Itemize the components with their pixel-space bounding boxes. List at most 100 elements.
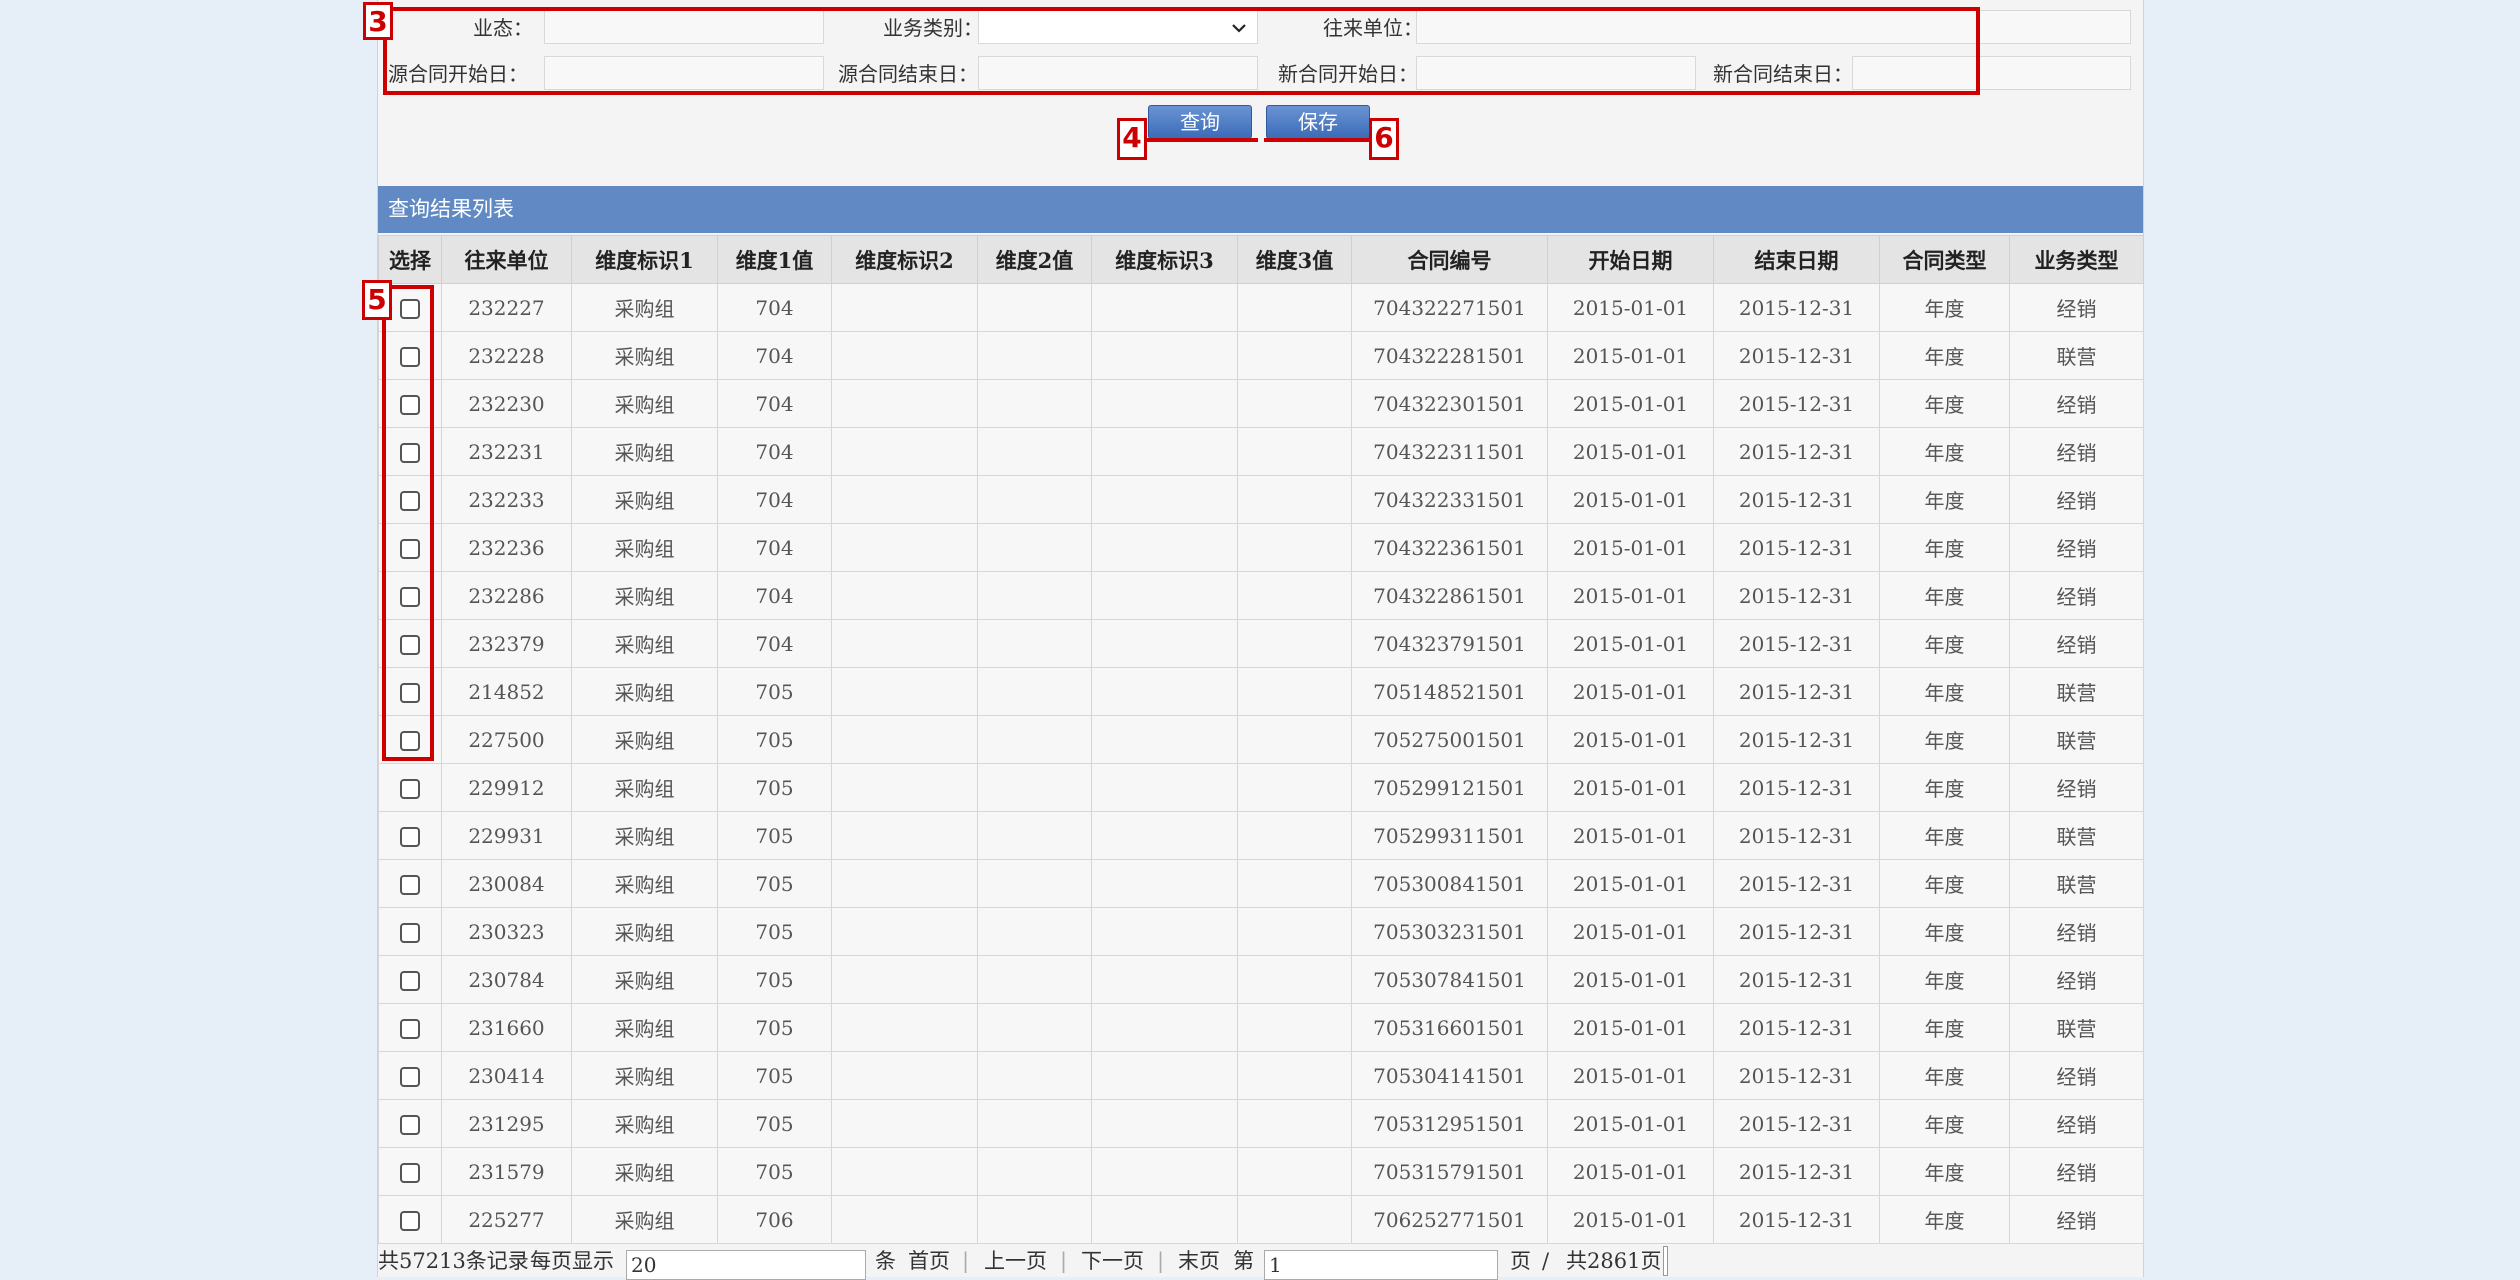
scroll-handle[interactable] [1663,1246,1668,1276]
table-row[interactable]: 232228 采购组 704 704322281501 2015-01-01 2015-1… [378,331,2144,380]
per-page-input[interactable]: 20 [626,1250,866,1280]
table-cell [1091,1147,1238,1196]
last-page-link[interactable]: 末页 [1178,1246,1220,1277]
table-cell: 225277 [441,1195,572,1244]
table-cell: 年度 [1879,955,2010,1004]
table-row[interactable]: 214852 采购组 705 705148521501 2015-01-01 2015-1… [378,667,2144,716]
table-cell: 704 [717,331,832,380]
table-row[interactable]: 229931 采购组 705 705299311501 2015-01-01 2015-1… [378,811,2144,860]
table-cell: 704322331501 [1351,475,1548,524]
table-row[interactable]: 232233 采购组 704 704322331501 2015-01-01 2015-1… [378,475,2144,524]
table-cell: 705307841501 [1351,955,1548,1004]
select-cell [378,1099,442,1148]
table-cell: 2015-12-31 [1713,331,1880,380]
row-checkbox[interactable] [400,1019,420,1039]
table-cell: 704322861501 [1351,571,1548,620]
table-cell: 2015-01-01 [1547,283,1714,332]
table-row[interactable]: 232227 采购组 704 704322271501 2015-01-01 2015-1… [378,283,2144,332]
table-cell: 经销 [2009,907,2144,956]
table-row[interactable]: 231579 采购组 705 705315791501 2015-01-01 2015-1… [378,1147,2144,1196]
table-cell [1237,475,1352,524]
table-row[interactable]: 232236 采购组 704 704322361501 2015-01-01 2015-1… [378,523,2144,572]
table-cell: 年度 [1879,1195,2010,1244]
table-header-row: 选择 往来单位 维度标识1 维度1值 维度标识2 维度2值 维度标识3 维度3值 合同编号 开始日… [378,235,2144,284]
row-checkbox[interactable] [400,923,420,943]
row-checkbox[interactable] [400,875,420,895]
table-cell [1237,1003,1352,1052]
row-checkbox[interactable] [400,1163,420,1183]
table-cell [1091,379,1238,428]
table-cell: 230414 [441,1051,572,1100]
row-checkbox[interactable] [400,779,420,799]
row-checkbox[interactable] [400,1211,420,1231]
table-cell [977,667,1092,716]
table-cell: 经销 [2009,1051,2144,1100]
page-prefix: 第 [1233,1249,1254,1273]
table-cell [1237,955,1352,1004]
table-cell [1237,859,1352,908]
table-cell: 采购组 [571,379,718,428]
column-header: 维度1值 [717,235,832,284]
table-cell [1091,1051,1238,1100]
table-row[interactable]: 230323 采购组 705 705303231501 2015-01-01 2015-1… [378,907,2144,956]
table-cell: 229912 [441,763,572,812]
table-row[interactable]: 225277 采购组 706 706252771501 2015-01-01 2015-1… [378,1195,2144,1244]
table-cell: 2015-01-01 [1547,763,1714,812]
table-row[interactable]: 231295 采购组 705 705312951501 2015-01-01 2015-1… [378,1099,2144,1148]
column-header: 合同类型 [1879,235,2010,284]
table-cell: 2015-12-31 [1713,859,1880,908]
table-row[interactable]: 230414 采购组 705 705304141501 2015-01-01 2015-1… [378,1051,2144,1100]
row-checkbox[interactable] [400,971,420,991]
table-cell: 232233 [441,475,572,524]
column-header: 开始日期 [1547,235,1714,284]
table-cell [1091,715,1238,764]
annotation-label-4: 4 [1117,118,1147,160]
table-cell: 联营 [2009,859,2144,908]
table-cell [1237,1099,1352,1148]
table-cell: 2015-12-31 [1713,283,1880,332]
table-row[interactable]: 232231 采购组 704 704322311501 2015-01-01 2015-1… [378,427,2144,476]
table-cell: 采购组 [571,1003,718,1052]
table-row[interactable]: 232230 采购组 704 704322301501 2015-01-01 2015-1… [378,379,2144,428]
main-panel: 业态： 业务类别： 往来单位： 源合同开始日： 源合同结束日： 新合同开始日： … [377,0,2144,1280]
table-cell: 705 [717,1003,832,1052]
table-cell [1237,619,1352,668]
table-row[interactable]: 230784 采购组 705 705307841501 2015-01-01 2015-1… [378,955,2144,1004]
table-cell [831,427,978,476]
table-cell: 采购组 [571,475,718,524]
table-row[interactable]: 227500 采购组 705 705275001501 2015-01-01 2015-1… [378,715,2144,764]
table-cell [1091,667,1238,716]
table-cell [831,331,978,380]
table-row[interactable]: 229912 采购组 705 705299121501 2015-01-01 2015-1… [378,763,2144,812]
annotation-label-6: 6 [1369,118,1399,160]
table-cell [1091,859,1238,908]
table-row[interactable]: 232286 采购组 704 704322861501 2015-01-01 2015-1… [378,571,2144,620]
table-cell [1237,379,1352,428]
table-cell: 年度 [1879,523,2010,572]
row-checkbox[interactable] [400,1067,420,1087]
row-checkbox[interactable] [400,1115,420,1135]
table-body: 232227 采购组 704 704322271501 2015-01-01 2015-1… [378,283,2144,1244]
table-cell [1237,715,1352,764]
page-number-input[interactable]: 1 [1264,1250,1498,1280]
table-cell: 年度 [1879,427,2010,476]
table-cell: 2015-12-31 [1713,1195,1880,1244]
table-cell: 705300841501 [1351,859,1548,908]
query-button[interactable]: 查询 [1148,105,1252,139]
prev-page-link[interactable]: 上一页 [984,1246,1047,1277]
table-cell [977,379,1092,428]
row-checkbox[interactable] [400,827,420,847]
table-cell [1091,619,1238,668]
table-cell [977,331,1092,380]
table-row[interactable]: 230084 采购组 705 705300841501 2015-01-01 2015-1… [378,859,2144,908]
first-page-link[interactable]: 首页 [908,1246,950,1277]
save-button[interactable]: 保存 [1266,105,1370,139]
table-cell: 经销 [2009,523,2144,572]
table-cell: 704 [717,379,832,428]
table-cell: 采购组 [571,715,718,764]
table-row[interactable]: 231660 采购组 705 705316601501 2015-01-01 2015-1… [378,1003,2144,1052]
table-row[interactable]: 232379 采购组 704 704323791501 2015-01-01 2015-1… [378,619,2144,668]
select-cell [378,763,442,812]
table-cell: 232231 [441,427,572,476]
next-page-link[interactable]: 下一页 [1081,1246,1144,1277]
